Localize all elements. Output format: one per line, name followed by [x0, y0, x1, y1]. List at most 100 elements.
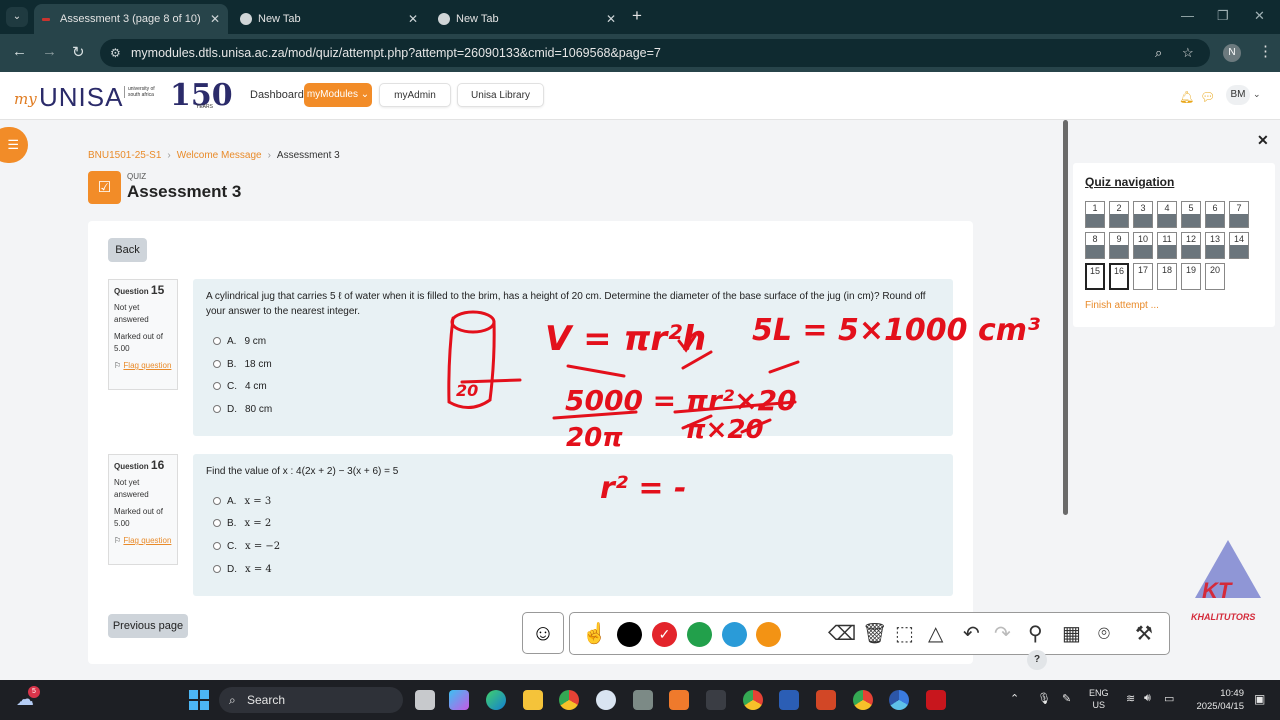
battery-icon[interactable]: ▭: [1164, 692, 1174, 705]
user-avatar[interactable]: BM: [1226, 85, 1250, 105]
pen-icon[interactable]: ✎: [1062, 692, 1071, 705]
wifi-icon[interactable]: ≋: [1126, 692, 1135, 705]
chrome-icon[interactable]: [559, 690, 579, 710]
edge-icon[interactable]: [486, 690, 506, 710]
quiz-nav-button-8[interactable]: 8: [1085, 232, 1105, 259]
option-a[interactable]: A. 9 cm: [213, 336, 266, 347]
back-button[interactable]: Back: [108, 238, 147, 262]
quiz-nav-button-18[interactable]: 18: [1157, 263, 1177, 290]
help-button[interactable]: ?: [1027, 650, 1047, 670]
nav-myadmin[interactable]: myAdmin: [379, 83, 451, 107]
site-info-icon[interactable]: ⚙: [110, 46, 121, 60]
close-drawer-icon[interactable]: ✕: [1257, 132, 1269, 149]
profile-avatar[interactable]: N: [1223, 44, 1241, 62]
nav-dashboard[interactable]: Dashboard: [250, 89, 304, 101]
logo-unisa-text[interactable]: UNISA: [39, 82, 123, 113]
tab-assessment[interactable]: Assessment 3 (page 8 of 10) ✕: [34, 4, 228, 34]
url-field[interactable]: ⚙ mymodules.dtls.unisa.ac.za/mod/quiz/at…: [100, 39, 1210, 67]
tab-new-1[interactable]: New Tab ✕: [232, 4, 426, 34]
language-indicator[interactable]: ENG US: [1089, 687, 1109, 711]
page-scrollbar[interactable]: [1063, 120, 1068, 515]
trash-icon[interactable]: 🗑︎: [862, 623, 887, 645]
photos-app-icon[interactable]: [633, 690, 653, 710]
bookmark-star-icon[interactable]: ☆: [1182, 45, 1194, 61]
quiz-nav-button-7[interactable]: 7: [1229, 201, 1249, 228]
notification-icon[interactable]: ▣: [1254, 692, 1265, 706]
minimize-icon[interactable]: —: [1181, 8, 1194, 23]
quiz-nav-button-10[interactable]: 10: [1133, 232, 1153, 259]
color-blue[interactable]: [722, 622, 747, 647]
new-tab-icon[interactable]: +: [632, 6, 642, 26]
radio-button[interactable]: [213, 360, 221, 368]
flag-label[interactable]: Flag question: [123, 536, 171, 545]
quiz-nav-button-6[interactable]: 6: [1205, 201, 1225, 228]
camera-icon[interactable]: ⌾: [1098, 623, 1110, 645]
color-red[interactable]: ✓: [652, 622, 677, 647]
wrench-icon[interactable]: ⚒: [1135, 623, 1153, 645]
radio-button[interactable]: [213, 405, 221, 413]
quiz-nav-button-2[interactable]: 2: [1109, 201, 1129, 228]
quiz-nav-button-20[interactable]: 20: [1205, 263, 1225, 290]
user-menu-chevron-icon[interactable]: ⌄: [1253, 89, 1261, 100]
quiz-nav-button-12[interactable]: 12: [1181, 232, 1201, 259]
color-orange[interactable]: [756, 622, 781, 647]
quiz-nav-button-13[interactable]: 13: [1205, 232, 1225, 259]
radio-button[interactable]: [213, 497, 221, 505]
shapes-icon[interactable]: △: [928, 623, 943, 645]
color-black[interactable]: [617, 622, 642, 647]
chrome-profile-icon[interactable]: [743, 690, 763, 710]
option-c[interactable]: C. 4 cm: [213, 381, 267, 392]
windows-start-icon[interactable]: [189, 690, 209, 710]
zoom-icon[interactable]: ⌕: [1155, 45, 1162, 61]
reload-icon[interactable]: ↻: [72, 43, 85, 61]
color-green[interactable]: [687, 622, 712, 647]
quiz-nav-button-17[interactable]: 17: [1133, 263, 1153, 290]
quiz-nav-button-15[interactable]: 15: [1085, 263, 1105, 290]
breadcrumb-welcome[interactable]: Welcome Message: [177, 150, 262, 161]
close-tab-icon[interactable]: ✕: [210, 4, 220, 34]
quiz-nav-button-1[interactable]: 1: [1085, 201, 1105, 228]
compass-app-icon[interactable]: [596, 690, 616, 710]
close-tab-icon[interactable]: ✕: [606, 4, 616, 34]
quiz-nav-button-19[interactable]: 19: [1181, 263, 1201, 290]
file-explorer-icon[interactable]: [523, 690, 543, 710]
smiley-icon[interactable]: ☺: [522, 612, 564, 654]
forward-arrow-icon[interactable]: →: [42, 43, 57, 60]
media-app-icon[interactable]: [669, 690, 689, 710]
acrobat-icon[interactable]: [926, 690, 946, 710]
calendar-icon[interactable]: ▦: [1062, 623, 1081, 645]
finish-attempt-link[interactable]: Finish attempt ...: [1085, 300, 1159, 311]
option-d[interactable]: D. x = 4: [213, 564, 272, 575]
chat-icon[interactable]: 💬︎: [1200, 90, 1215, 104]
microphone-icon[interactable]: 🎙︎: [1037, 692, 1051, 705]
chrome-dev-icon[interactable]: [889, 690, 909, 710]
quiz-nav-button-3[interactable]: 3: [1133, 201, 1153, 228]
radio-button[interactable]: [213, 519, 221, 527]
redo-icon[interactable]: ↷: [994, 623, 1011, 645]
volume-icon[interactable]: 🔊︎: [1144, 692, 1151, 705]
copilot-icon[interactable]: [449, 690, 469, 710]
tab-new-2[interactable]: New Tab ✕: [430, 4, 624, 34]
bell-icon[interactable]: 🔔︎: [1179, 90, 1194, 104]
radio-button[interactable]: [213, 542, 221, 550]
flag-question-link[interactable]: ⚐ Flag question: [114, 535, 172, 547]
browser-menu-icon[interactable]: ⋮: [1258, 42, 1273, 60]
breadcrumb-course[interactable]: BNU1501-25-S1: [88, 150, 161, 161]
quiz-nav-button-9[interactable]: 9: [1109, 232, 1129, 259]
select-icon[interactable]: ⬚: [895, 623, 914, 645]
window-close-icon[interactable]: ✕: [1254, 8, 1265, 24]
quiz-nav-button-16[interactable]: 16: [1109, 263, 1129, 290]
nav-library[interactable]: Unisa Library: [457, 83, 544, 107]
nav-mymodules[interactable]: myModules ⌄: [304, 83, 372, 107]
back-arrow-icon[interactable]: ←: [12, 43, 27, 60]
radio-button[interactable]: [213, 337, 221, 345]
pointer-icon[interactable]: ☝: [582, 623, 607, 645]
eraser-icon[interactable]: ⌫: [828, 623, 856, 645]
chrome-alt-icon[interactable]: [853, 690, 873, 710]
course-index-toggle[interactable]: ☰: [0, 127, 28, 163]
logo-my-text[interactable]: my: [14, 90, 37, 108]
restore-icon[interactable]: ❐: [1217, 8, 1229, 24]
pin-icon[interactable]: ⚲: [1028, 623, 1043, 645]
quiz-nav-button-14[interactable]: 14: [1229, 232, 1249, 259]
close-tab-icon[interactable]: ✕: [408, 4, 418, 34]
